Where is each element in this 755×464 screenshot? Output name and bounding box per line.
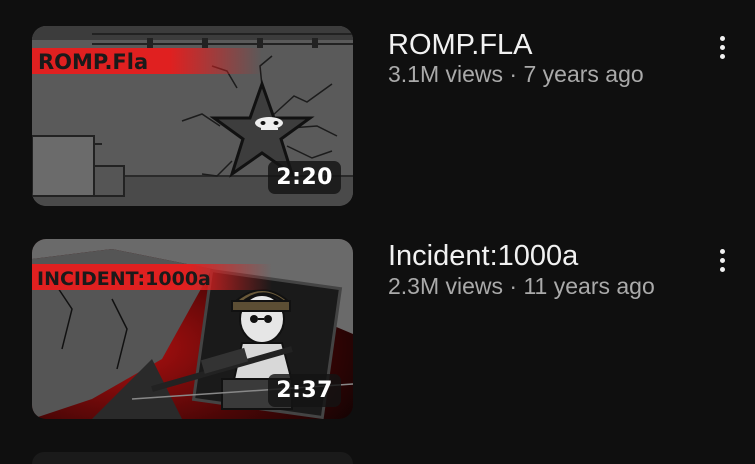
video-meta: 2.3M views · 11 years ago	[388, 273, 655, 299]
thumbnail-banner-text: INCIDENT:1000a	[37, 268, 211, 290]
video-thumbnail[interactable]: ROMP.Fla 2:20	[32, 26, 353, 206]
video-thumbnail[interactable]: INCIDENT:1000a 2:37	[32, 239, 353, 419]
video-title[interactable]: Incident:1000a	[388, 239, 578, 273]
more-vert-icon[interactable]	[708, 243, 736, 277]
video-item[interactable]: ROMP.Fla 2:20 ROMP.FLA 3.1M views · 7 ye…	[0, 26, 755, 226]
video-item[interactable]: INCIDENT:1000a 2:37 Incident:1000a 2.3M …	[0, 239, 755, 439]
thumbnail-banner-text: ROMP.Fla	[38, 50, 148, 74]
duration-badge: 2:20	[268, 161, 341, 194]
duration-badge: 2:37	[268, 374, 341, 407]
video-title[interactable]: ROMP.FLA	[388, 28, 533, 62]
video-thumbnail-partial[interactable]	[32, 452, 353, 464]
more-vert-icon[interactable]	[708, 30, 736, 64]
video-meta: 3.1M views · 7 years ago	[388, 61, 644, 87]
